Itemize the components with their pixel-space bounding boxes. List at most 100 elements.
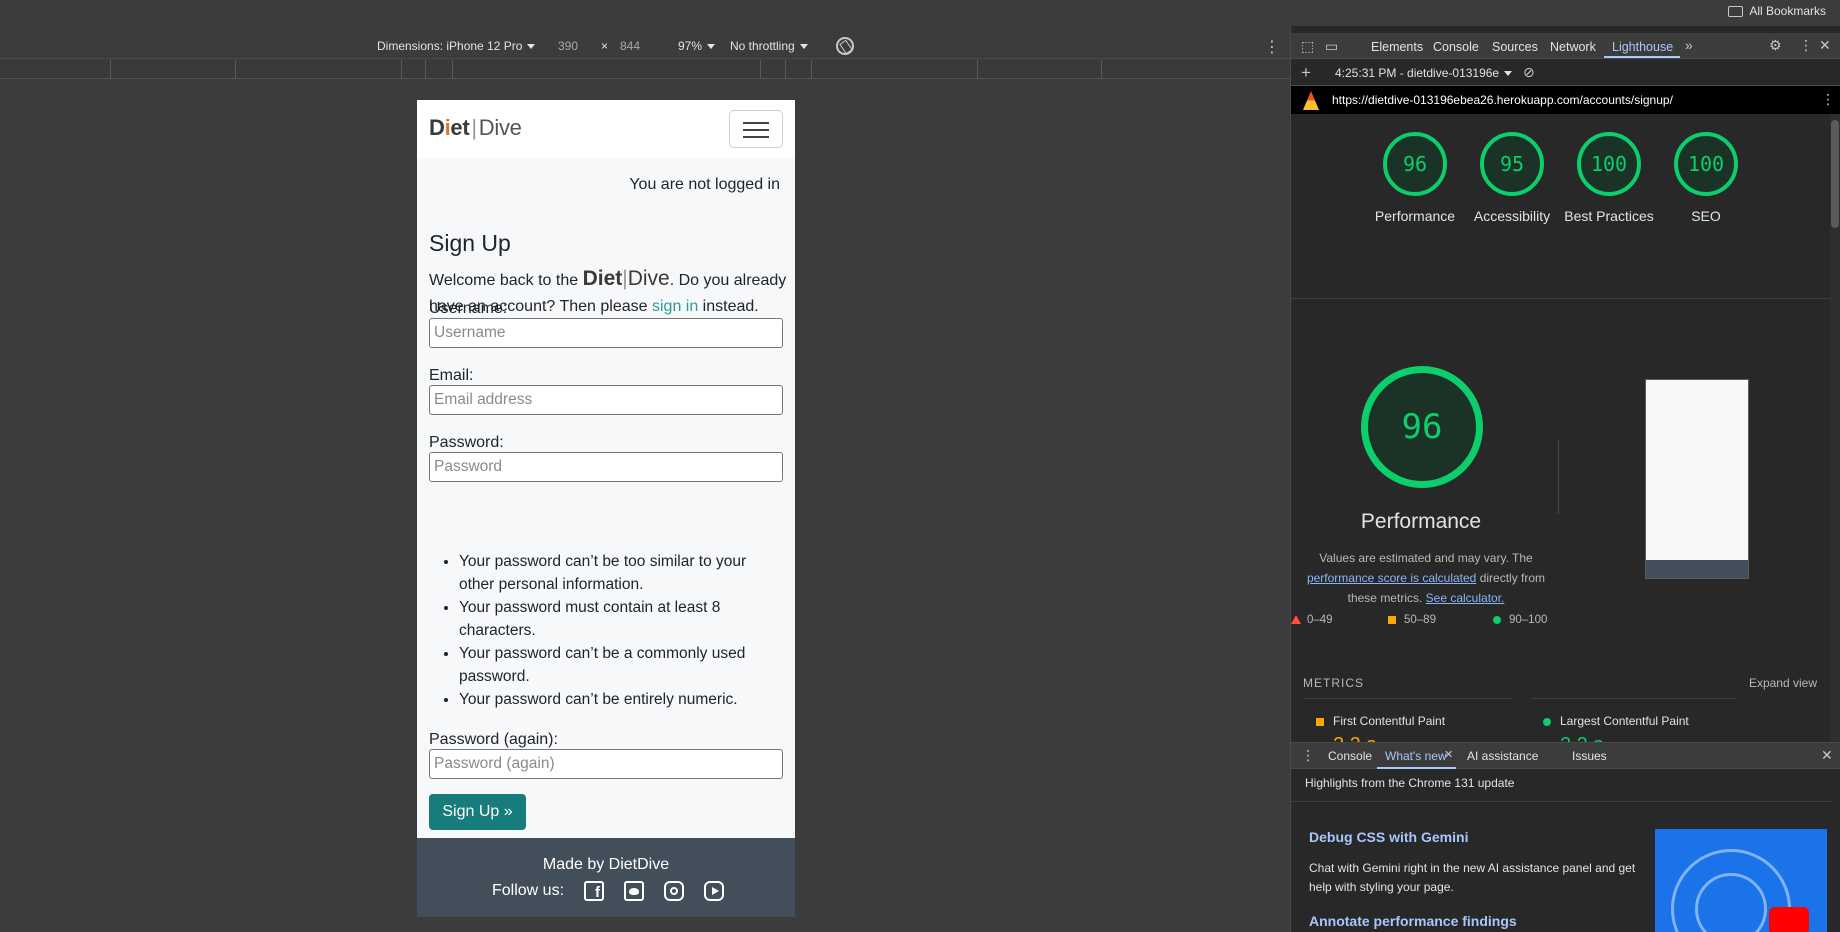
list-item: Your password can’t be too similar to yo… bbox=[459, 550, 779, 596]
lighthouse-url-bar: https://dietdive-013196ebea26.herokuapp.… bbox=[1291, 86, 1840, 114]
password-again-input[interactable] bbox=[429, 749, 783, 779]
legend-fail: 0–49 bbox=[1291, 614, 1333, 626]
password-input[interactable] bbox=[429, 452, 783, 482]
sign-up-button[interactable]: Sign Up » bbox=[429, 794, 526, 830]
device-viewport: Diet|Dive You are not logged in Sign Up … bbox=[417, 100, 795, 917]
score-label: Best Practices bbox=[1564, 208, 1654, 224]
score-label: Accessibility bbox=[1473, 208, 1551, 224]
sign-in-link[interactable]: sign in bbox=[652, 298, 698, 315]
device-toolbar: Dimensions: iPhone 12 Pro 390 × 844 97% … bbox=[0, 33, 1290, 59]
tab-network[interactable]: Network bbox=[1550, 40, 1596, 54]
all-bookmarks-button[interactable]: All Bookmarks bbox=[1728, 4, 1826, 18]
active-tab-indicator bbox=[1604, 56, 1680, 58]
menu-toggle-button[interactable] bbox=[729, 110, 783, 148]
legend-average: 50–89 bbox=[1388, 614, 1436, 626]
score-label: Performance bbox=[1374, 208, 1456, 224]
add-icon[interactable]: + bbox=[1301, 63, 1311, 83]
facebook-icon[interactable] bbox=[584, 881, 605, 901]
whats-new-link-gemini[interactable]: Debug CSS with Gemini bbox=[1309, 829, 1468, 845]
more-tabs-icon[interactable]: » bbox=[1685, 37, 1693, 53]
all-bookmarks-label: All Bookmarks bbox=[1749, 4, 1826, 18]
report-time: 4:25:31 PM - dietdive-013196e bbox=[1335, 66, 1500, 80]
square-icon bbox=[1388, 615, 1396, 624]
tab-console-drawer[interactable]: Console bbox=[1328, 749, 1372, 763]
login-status: You are not logged in bbox=[629, 176, 780, 193]
score-calculated-link[interactable]: performance score is calculated bbox=[1307, 571, 1476, 585]
width-input[interactable]: 390 bbox=[558, 39, 578, 53]
report-url: https://dietdive-013196ebea26.herokuapp.… bbox=[1332, 93, 1673, 107]
list-item: Your password must contain at least 8 ch… bbox=[459, 596, 779, 642]
tab-sources[interactable]: Sources bbox=[1492, 40, 1538, 54]
active-tab-indicator bbox=[1377, 767, 1456, 769]
more-options-icon[interactable]: ⋮ bbox=[1264, 37, 1280, 57]
gear-icon[interactable]: ⚙ bbox=[1769, 37, 1782, 54]
play-icon bbox=[1769, 907, 1809, 932]
chevron-down-icon bbox=[527, 44, 536, 50]
password-label: Password: bbox=[429, 434, 504, 451]
chevron-down-icon bbox=[707, 44, 716, 50]
username-label: Username: bbox=[429, 300, 508, 317]
expand-view-toggle[interactable]: Expand view bbox=[1749, 676, 1817, 690]
throttling-select[interactable]: No throttling bbox=[730, 39, 808, 53]
dimensions-select[interactable]: Dimensions: iPhone 12 Pro bbox=[377, 39, 536, 53]
metric-name-fcp: First Contentful Paint bbox=[1333, 714, 1446, 728]
inspect-icon[interactable]: ⬚ bbox=[1301, 38, 1314, 55]
score-gauge-seo[interactable]: 100 bbox=[1674, 132, 1738, 196]
device-toggle-icon[interactable]: ▭ bbox=[1325, 38, 1338, 55]
throttling-label: No throttling bbox=[730, 39, 795, 53]
tab-whats-new[interactable]: What's new bbox=[1385, 749, 1447, 763]
lighthouse-toolbar: + 4:25:31 PM - dietdive-013196e ⊘ bbox=[1291, 60, 1840, 86]
height-input[interactable]: 844 bbox=[620, 39, 640, 53]
list-item: Your password can’t be entirely numeric. bbox=[459, 688, 779, 711]
clear-icon[interactable]: ⊘ bbox=[1523, 64, 1535, 81]
metrics-heading: METRICS bbox=[1303, 676, 1364, 690]
list-item: Your password can’t be a commonly used p… bbox=[459, 642, 779, 688]
circle-icon bbox=[1493, 615, 1501, 624]
close-icon[interactable]: ✕ bbox=[1444, 748, 1453, 761]
metric-name-lcp: Largest Contentful Paint bbox=[1560, 714, 1689, 728]
zoom-select[interactable]: 97% bbox=[678, 39, 716, 53]
twitter-icon[interactable] bbox=[624, 881, 645, 901]
tab-ai-assistance[interactable]: AI assistance bbox=[1467, 749, 1538, 763]
brand-inline: Diet|Dive bbox=[582, 267, 670, 290]
page-screenshot-thumbnail[interactable] bbox=[1645, 379, 1749, 579]
hamburger-icon bbox=[743, 122, 769, 124]
whats-new-video-thumbnail[interactable] bbox=[1655, 829, 1827, 932]
close-icon[interactable]: ✕ bbox=[1821, 747, 1833, 764]
more-options-icon[interactable]: ⋮ bbox=[1821, 91, 1835, 108]
folder-icon bbox=[1728, 5, 1744, 17]
more-options-icon[interactable]: ⋮ bbox=[1301, 747, 1315, 764]
social-links: Follow us: bbox=[492, 881, 725, 901]
lighthouse-report: 96 Performance 95 Accessibility 100 Best… bbox=[1291, 114, 1831, 742]
tab-issues[interactable]: Issues bbox=[1572, 749, 1607, 763]
youtube-icon[interactable] bbox=[704, 881, 725, 901]
performance-note: Values are estimated and may vary. The pe… bbox=[1306, 551, 1546, 605]
square-icon bbox=[1316, 718, 1324, 726]
instagram-icon[interactable] bbox=[664, 881, 685, 901]
see-calculator-link[interactable]: See calculator. bbox=[1426, 591, 1505, 605]
report-scrollbar[interactable] bbox=[1830, 114, 1840, 742]
username-input[interactable] bbox=[429, 318, 783, 348]
dimensions-label: Dimensions: iPhone 12 Pro bbox=[377, 39, 523, 53]
score-gauge-best-practices[interactable]: 100 bbox=[1577, 132, 1641, 196]
circle-icon bbox=[1543, 718, 1551, 726]
zoom-label: 97% bbox=[678, 39, 703, 53]
email-input[interactable] bbox=[429, 385, 783, 415]
tab-lighthouse[interactable]: Lighthouse bbox=[1612, 40, 1673, 54]
devtools-drawer: ⋮ Console What's new ✕ AI assistance Iss… bbox=[1291, 742, 1840, 932]
score-gauge-accessibility[interactable]: 95 bbox=[1480, 132, 1544, 196]
metric-value-fcp: 2.2 s bbox=[1333, 734, 1376, 742]
tab-elements[interactable]: Elements bbox=[1371, 40, 1423, 54]
close-icon[interactable]: ✕ bbox=[1819, 37, 1831, 54]
rotate-icon[interactable] bbox=[836, 37, 854, 55]
site-logo[interactable]: Diet|Dive bbox=[429, 115, 522, 141]
times-sign: × bbox=[601, 39, 609, 53]
whats-new-link-annotate[interactable]: Annotate performance findings bbox=[1309, 913, 1517, 929]
report-select[interactable]: 4:25:31 PM - dietdive-013196e bbox=[1335, 66, 1513, 80]
score-gauge-performance[interactable]: 96 bbox=[1383, 132, 1447, 196]
tab-console[interactable]: Console bbox=[1433, 40, 1479, 54]
divider bbox=[1558, 440, 1559, 514]
devtools-panel: ⬚ ▭ Elements Console Sources Network Lig… bbox=[1290, 26, 1840, 932]
more-options-icon[interactable]: ⋮ bbox=[1799, 37, 1813, 54]
chevron-down-icon bbox=[799, 44, 808, 50]
